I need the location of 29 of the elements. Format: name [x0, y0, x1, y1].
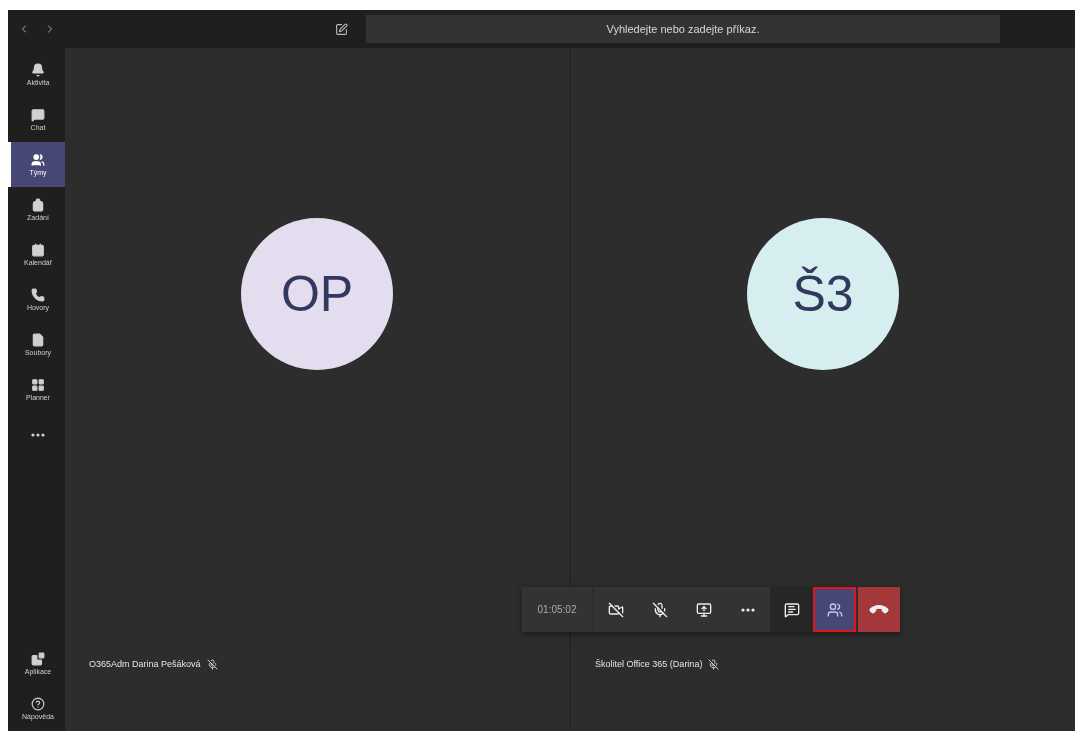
- avatar: Š3: [747, 217, 899, 370]
- share-screen-icon: [696, 601, 712, 618]
- help-icon: [31, 697, 45, 711]
- grid-icon: [31, 378, 45, 392]
- compose-button[interactable]: [335, 22, 348, 36]
- more-icon: [31, 432, 45, 437]
- chat-button[interactable]: [770, 587, 813, 632]
- more-icon: [741, 607, 755, 612]
- participants-button[interactable]: [813, 587, 856, 632]
- hang-up-button[interactable]: [858, 587, 900, 632]
- calendar-icon: [31, 243, 45, 257]
- chat-icon: [31, 108, 45, 122]
- compose-icon: [335, 22, 348, 36]
- phone-icon: [31, 288, 45, 302]
- participant-name: Školitel Office 365 (Darina): [595, 659, 703, 669]
- camera-button[interactable]: [594, 587, 638, 632]
- file-icon: [31, 333, 45, 347]
- search-field[interactable]: Vyhledejte nebo zadejte příkaz.: [366, 15, 1000, 43]
- call-timer: 01:05:02: [522, 587, 592, 632]
- people-icon: [826, 601, 843, 618]
- chat-icon: [783, 601, 800, 618]
- mic-off-icon: [652, 601, 668, 618]
- people-icon: [31, 153, 45, 167]
- backpack-icon: [31, 198, 45, 212]
- apps-icon: [31, 652, 45, 666]
- video-off-icon: [608, 601, 624, 618]
- participant-name: O365Adm Darina Pešáková: [89, 659, 201, 669]
- bell-icon: [31, 63, 45, 77]
- avatar: OP: [241, 217, 393, 370]
